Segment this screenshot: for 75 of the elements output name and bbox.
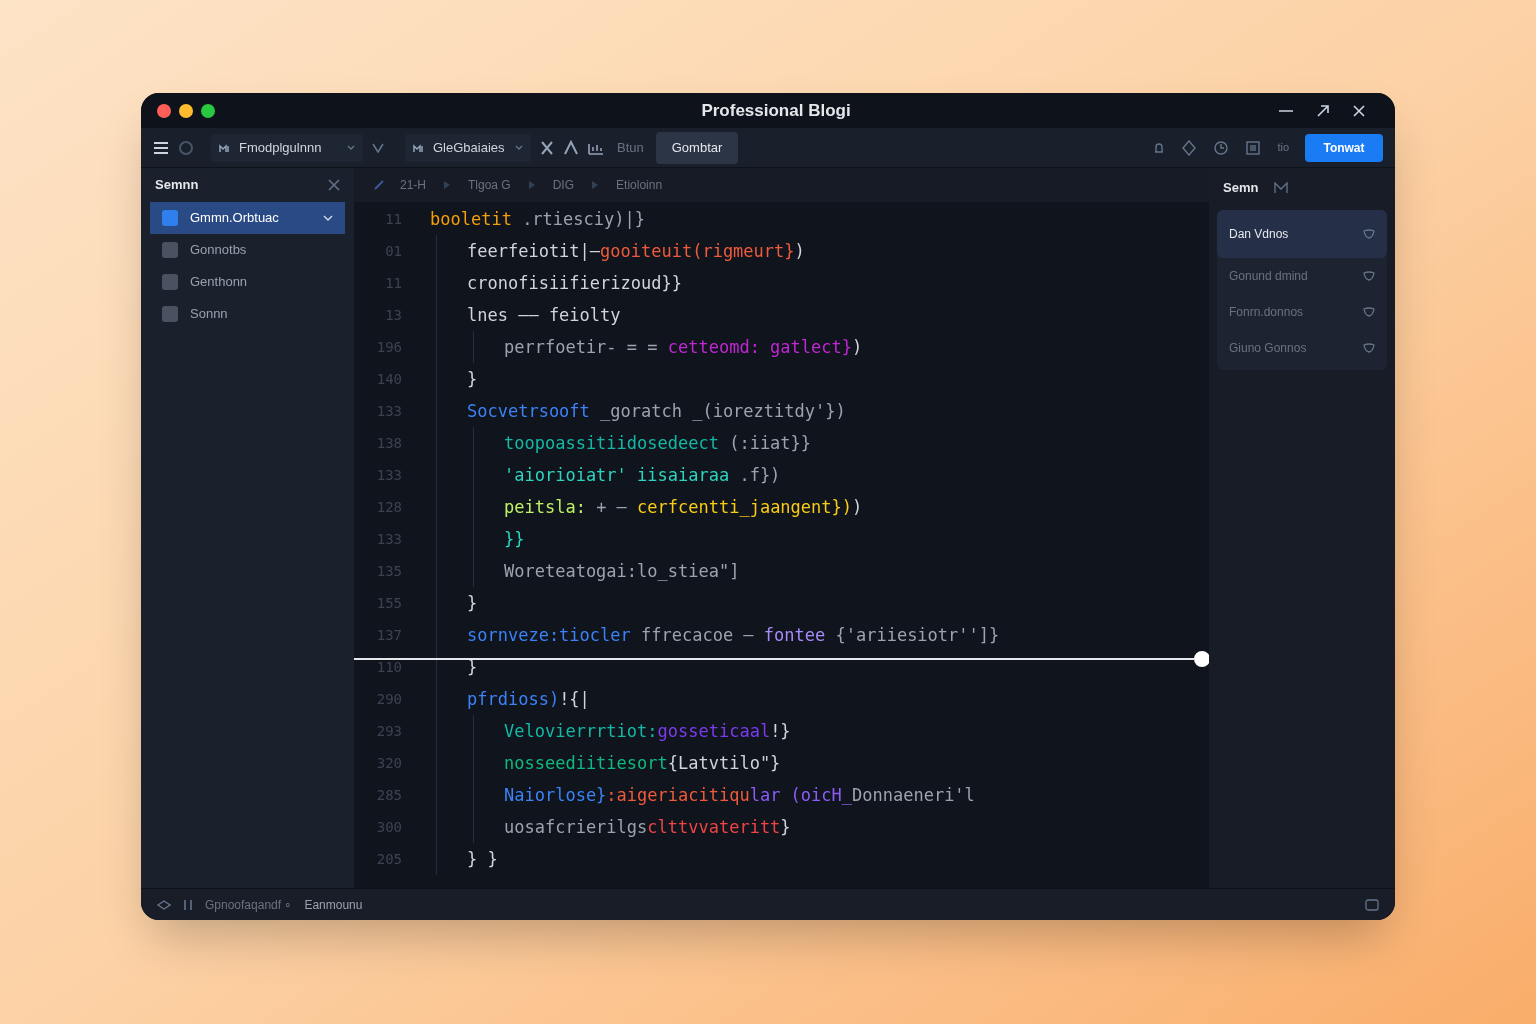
code-line: } } bbox=[467, 849, 498, 869]
toolbar-tab[interactable]: Gombtar bbox=[655, 131, 739, 164]
file-icon bbox=[162, 210, 178, 226]
pencil-icon bbox=[374, 180, 384, 190]
caret-icon bbox=[515, 144, 523, 151]
code-line: sornveze:tiocler ffrecacoe — fontee {'ariiesiotr'']} bbox=[467, 625, 1000, 645]
diamond-icon[interactable] bbox=[1181, 139, 1198, 156]
panel-title: Semnn bbox=[155, 176, 199, 195]
code-line: } bbox=[467, 593, 478, 613]
panel-item[interactable]: Fonrn.donnos bbox=[1217, 294, 1387, 330]
file-icon bbox=[162, 274, 178, 290]
code-line: Woreteatogai:lo_stiea"] bbox=[504, 561, 740, 581]
panel-title: Semn bbox=[1223, 179, 1259, 198]
close-icon[interactable] bbox=[157, 103, 171, 118]
code-line: nosseediitiesort{Latvtilo"} bbox=[504, 753, 781, 773]
diamond-icon[interactable] bbox=[157, 899, 171, 910]
code-line: lnes —— feiolty bbox=[467, 305, 621, 325]
window-title: Professional Blogi bbox=[700, 99, 852, 122]
toolbar-label: tio bbox=[1277, 140, 1289, 156]
code-line: cronofisiifierizoud}} bbox=[467, 273, 682, 293]
code-line: } bbox=[467, 369, 478, 389]
code-line: pfrdioss)!{| bbox=[467, 689, 590, 709]
clock-icon[interactable] bbox=[1213, 139, 1230, 156]
menu-icon[interactable] bbox=[153, 140, 169, 155]
dropdown[interactable]: Fmodplgulnnn bbox=[211, 133, 363, 162]
shield-icon bbox=[1363, 271, 1375, 281]
dropdown[interactable]: GleGbaiaies bbox=[405, 133, 531, 162]
shield-icon bbox=[1363, 307, 1375, 317]
code-line: }} bbox=[504, 529, 525, 549]
code-line: feerfeiotit|—gooiteuit(rigmeurt}) bbox=[467, 241, 805, 261]
code-line: toopoassitiidosedeect (:iiat}} bbox=[504, 433, 812, 453]
pause-icon[interactable] bbox=[183, 898, 193, 911]
code-line: perrfoetir- = = cetteomd: gatlect}) bbox=[504, 337, 863, 357]
panel-item[interactable]: Gonund dmind bbox=[1217, 258, 1387, 294]
circle-icon[interactable] bbox=[177, 138, 195, 157]
status-text: Eanmounu bbox=[304, 896, 363, 914]
shield-icon bbox=[1363, 343, 1375, 353]
play-icon bbox=[526, 180, 537, 190]
sidebar-item[interactable]: Genthonn bbox=[150, 266, 345, 298]
file-icon bbox=[162, 306, 178, 322]
maximize-icon[interactable] bbox=[201, 103, 215, 118]
sidebar-item[interactable]: Sonnn bbox=[150, 298, 345, 330]
status-text: Gpnoofaqandf ∘ bbox=[205, 896, 293, 914]
code-line: uosafcrierilgsclttvvateritt} bbox=[504, 817, 791, 837]
code-line: Socvetrsooft _goratch _(ioreztitdy'}) bbox=[467, 401, 846, 421]
code-line: Naiorlose}:aigeriacitiqular (oicH_Donnaeneri'l bbox=[504, 785, 975, 805]
caret-icon bbox=[347, 144, 355, 151]
play-icon bbox=[442, 180, 452, 190]
breadcrumb[interactable]: Tlgoa G bbox=[468, 176, 511, 194]
breadcrumb[interactable]: DIG bbox=[552, 176, 575, 194]
toolbar-label[interactable]: Btun bbox=[613, 137, 648, 158]
breadcrumb[interactable]: 21-H bbox=[400, 176, 426, 194]
square-icon[interactable] bbox=[1245, 139, 1262, 156]
chevron-down-icon bbox=[323, 215, 333, 221]
code-line: Velovierrrtiot:gosseticaal!} bbox=[504, 721, 791, 741]
tool-icon bbox=[219, 142, 231, 153]
panel-icon[interactable] bbox=[1274, 182, 1289, 194]
message-icon[interactable] bbox=[1365, 898, 1379, 911]
sidebar-item[interactable]: Gonnotbs bbox=[150, 234, 345, 266]
tool-icon bbox=[413, 142, 425, 153]
code-line: 'aiorioiatr' iisaiaraa .f}) bbox=[504, 465, 781, 485]
minimize-icon[interactable] bbox=[179, 103, 193, 118]
cross-icon[interactable] bbox=[539, 139, 555, 156]
panel-item[interactable]: Giuno Gonnos bbox=[1217, 330, 1387, 366]
shield-icon bbox=[1363, 229, 1375, 239]
panel-item[interactable]: Dan Vdnos bbox=[1217, 210, 1387, 258]
sidebar-item[interactable]: Gmmn.Orbtuac bbox=[150, 202, 345, 234]
breadcrumb[interactable]: Etioloinn bbox=[616, 176, 663, 194]
code-line: booletit .rtiesciy)|} bbox=[430, 209, 645, 229]
arrow-icon[interactable] bbox=[1315, 102, 1331, 119]
code-line: peitsla: + — cerfcentti_jaangent})) bbox=[504, 497, 863, 517]
drag-handle[interactable] bbox=[1194, 651, 1209, 667]
file-icon bbox=[162, 242, 178, 258]
primary-button[interactable]: Tonwat bbox=[1305, 133, 1383, 162]
close-icon[interactable] bbox=[1351, 102, 1367, 119]
